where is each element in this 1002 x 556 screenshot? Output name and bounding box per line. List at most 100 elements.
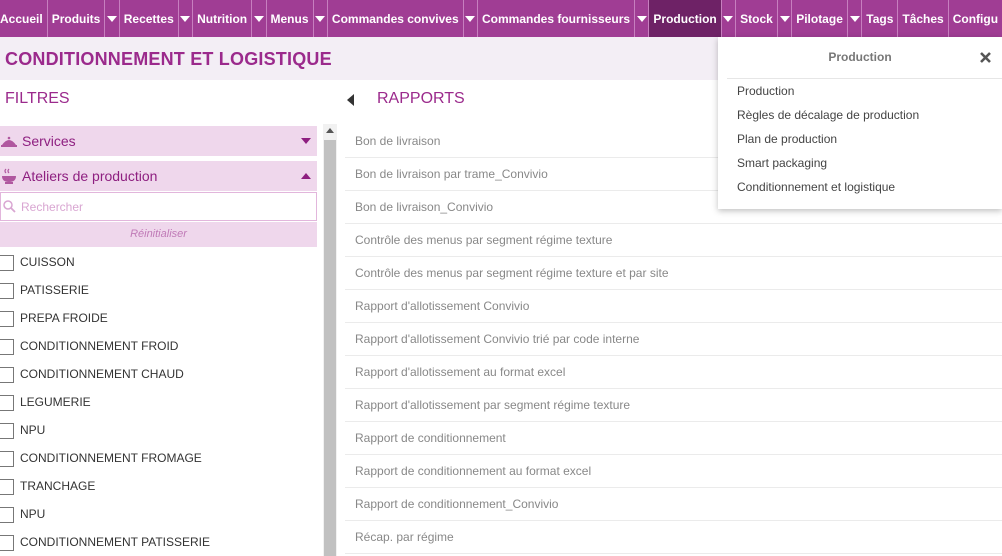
nav-item-production[interactable]: Production (649, 0, 722, 37)
ateliers-checklist: CUISSON PATISSERIE PREPA FROIDE CONDITIO… (0, 248, 317, 556)
caret-down-icon (301, 138, 311, 144)
rapport-item[interactable]: Rapport de conditionnement_Convivio (345, 488, 1002, 521)
chevron-down-icon (723, 15, 734, 22)
nav-caret-production[interactable] (722, 0, 737, 37)
menu-item-plan-production[interactable]: Plan de production (737, 130, 919, 154)
nav-item-commandes-fournisseurs[interactable]: Commandes fournisseurs (478, 0, 636, 37)
scrollbar[interactable] (323, 124, 337, 556)
checklist-item[interactable]: LEGUMERIE (0, 388, 317, 416)
rapport-item[interactable]: Rapport de conditionnement au format exc… (345, 455, 1002, 488)
rapport-item[interactable]: Rapport d'allotissement Convivio trié pa… (345, 323, 1002, 356)
checklist-label: CONDITIONNEMENT FROMAGE (20, 451, 202, 465)
top-navigation: Accueil Produits Recettes Nutrition Menu… (0, 0, 1002, 37)
checklist-label: LEGUMERIE (20, 395, 91, 409)
rapport-item[interactable]: Rapport d'allotissement au format excel (345, 356, 1002, 389)
rapport-item[interactable]: Récap. par régime (345, 521, 1002, 554)
menu-item-production[interactable]: Production (737, 82, 919, 106)
checklist-label: CONDITIONNEMENT PATISSERIE (20, 535, 211, 549)
chevron-down-icon (180, 15, 191, 22)
nav-caret-nutrition[interactable] (252, 0, 267, 37)
nav-item-commandes-convives[interactable]: Commandes convives (328, 0, 464, 37)
scroll-up-arrow-icon[interactable] (326, 128, 334, 133)
chevron-down-icon (465, 15, 476, 22)
checklist-label: CONDITIONNEMENT FROID (20, 339, 179, 353)
nav-item-accueil[interactable]: Accueil (0, 0, 48, 37)
nav-caret-commandes-convives[interactable] (464, 0, 478, 37)
nav-caret-stock[interactable] (778, 0, 793, 37)
menu-item-regles-decalage[interactable]: Règles de décalage de production (737, 106, 919, 130)
dropdown-title: Production (828, 50, 892, 64)
checklist-item[interactable]: CONDITIONNEMENT PATISSERIE (0, 528, 317, 556)
checklist-item[interactable]: PREPA FROIDE (0, 304, 317, 332)
rapport-item[interactable]: Rapport d'allotissement par segment régi… (345, 389, 1002, 422)
checkbox[interactable] (0, 339, 14, 355)
search-icon (3, 200, 16, 213)
nav-item-tags[interactable]: Tags (862, 0, 899, 37)
checkbox[interactable] (0, 479, 14, 495)
filters-heading: FILTRES (5, 90, 70, 107)
nav-item-produits[interactable]: Produits (48, 0, 106, 37)
nav-item-recettes[interactable]: Recettes (120, 0, 179, 37)
search-input[interactable] (21, 197, 311, 217)
checkbox[interactable] (0, 367, 14, 383)
checklist-label: PATISSERIE (20, 283, 89, 297)
checkbox[interactable] (0, 255, 14, 271)
nav-item-configuration[interactable]: Configu (949, 0, 1002, 37)
divider (727, 78, 1002, 79)
chevron-down-icon (315, 15, 326, 22)
search-field (0, 192, 317, 221)
nav-item-pilotage[interactable]: Pilotage (792, 0, 848, 37)
checklist-label: TRANCHAGE (20, 479, 96, 493)
checkbox[interactable] (0, 423, 14, 439)
scrollbar-thumb[interactable] (324, 140, 336, 556)
services-accordion[interactable]: Services (0, 126, 317, 156)
checklist-label: PREPA FROIDE (20, 311, 108, 325)
checklist-item[interactable]: CUISSON (0, 248, 317, 276)
rapports-heading: RAPPORTS (377, 90, 465, 107)
rapport-item[interactable]: Contrôle des menus par segment régime te… (345, 257, 1002, 290)
ateliers-label: Ateliers de production (22, 168, 158, 184)
services-label: Services (22, 133, 76, 149)
checklist-item[interactable]: PATISSERIE (0, 276, 317, 304)
checklist-item[interactable]: CONDITIONNEMENT CHAUD (0, 360, 317, 388)
nav-item-stock[interactable]: Stock (736, 0, 778, 37)
nav-item-menus[interactable]: Menus (267, 0, 314, 37)
page-title: CONDITIONNEMENT ET LOGISTIQUE (5, 49, 332, 69)
reset-link[interactable]: Réinitialiser (130, 228, 187, 240)
cooking-pot-icon (2, 168, 16, 184)
chevron-down-icon (107, 15, 118, 22)
checkbox[interactable] (0, 535, 14, 551)
checkbox[interactable] (0, 451, 14, 467)
checkbox[interactable] (0, 311, 14, 327)
checkbox[interactable] (0, 395, 14, 411)
ateliers-accordion[interactable]: Ateliers de production (0, 161, 317, 191)
rapport-item[interactable]: Rapport d'allotissement Convivio (345, 290, 1002, 323)
close-icon[interactable] (979, 51, 992, 64)
checklist-item[interactable]: CONDITIONNEMENT FROID (0, 332, 317, 360)
nav-caret-pilotage[interactable] (848, 0, 863, 37)
rapport-item[interactable]: Rapport de conditionnement (345, 422, 1002, 455)
checklist-label: NPU (20, 423, 46, 437)
production-dropdown: Production Production Règles de décalage… (718, 37, 1002, 209)
nav-caret-menus[interactable] (314, 0, 328, 37)
nav-caret-produits[interactable] (105, 0, 120, 37)
menu-item-smart-packaging[interactable]: Smart packaging (737, 154, 919, 178)
chevron-down-icon (636, 15, 647, 22)
nav-caret-recettes[interactable] (179, 0, 194, 37)
menu-item-conditionnement-logistique[interactable]: Conditionnement et logistique (737, 178, 919, 202)
rapport-item[interactable]: Contrôle des menus par segment régime te… (345, 224, 1002, 257)
collapse-left-arrow-icon[interactable] (347, 94, 354, 106)
nav-item-nutrition[interactable]: Nutrition (193, 0, 253, 37)
chevron-down-icon (849, 15, 860, 22)
checklist-item[interactable]: NPU (0, 500, 317, 528)
checklist-label: CUISSON (20, 255, 75, 269)
checklist-item[interactable]: NPU (0, 416, 317, 444)
checklist-item[interactable]: CONDITIONNEMENT FROMAGE (0, 444, 317, 472)
nav-caret-commandes-fournisseurs[interactable] (635, 0, 650, 37)
reset-bar: Réinitialiser (0, 222, 317, 247)
chevron-down-icon (779, 15, 790, 22)
checkbox[interactable] (0, 283, 14, 299)
checklist-item[interactable]: TRANCHAGE (0, 472, 317, 500)
checkbox[interactable] (0, 507, 14, 523)
nav-item-taches[interactable]: Tâches (898, 0, 949, 37)
